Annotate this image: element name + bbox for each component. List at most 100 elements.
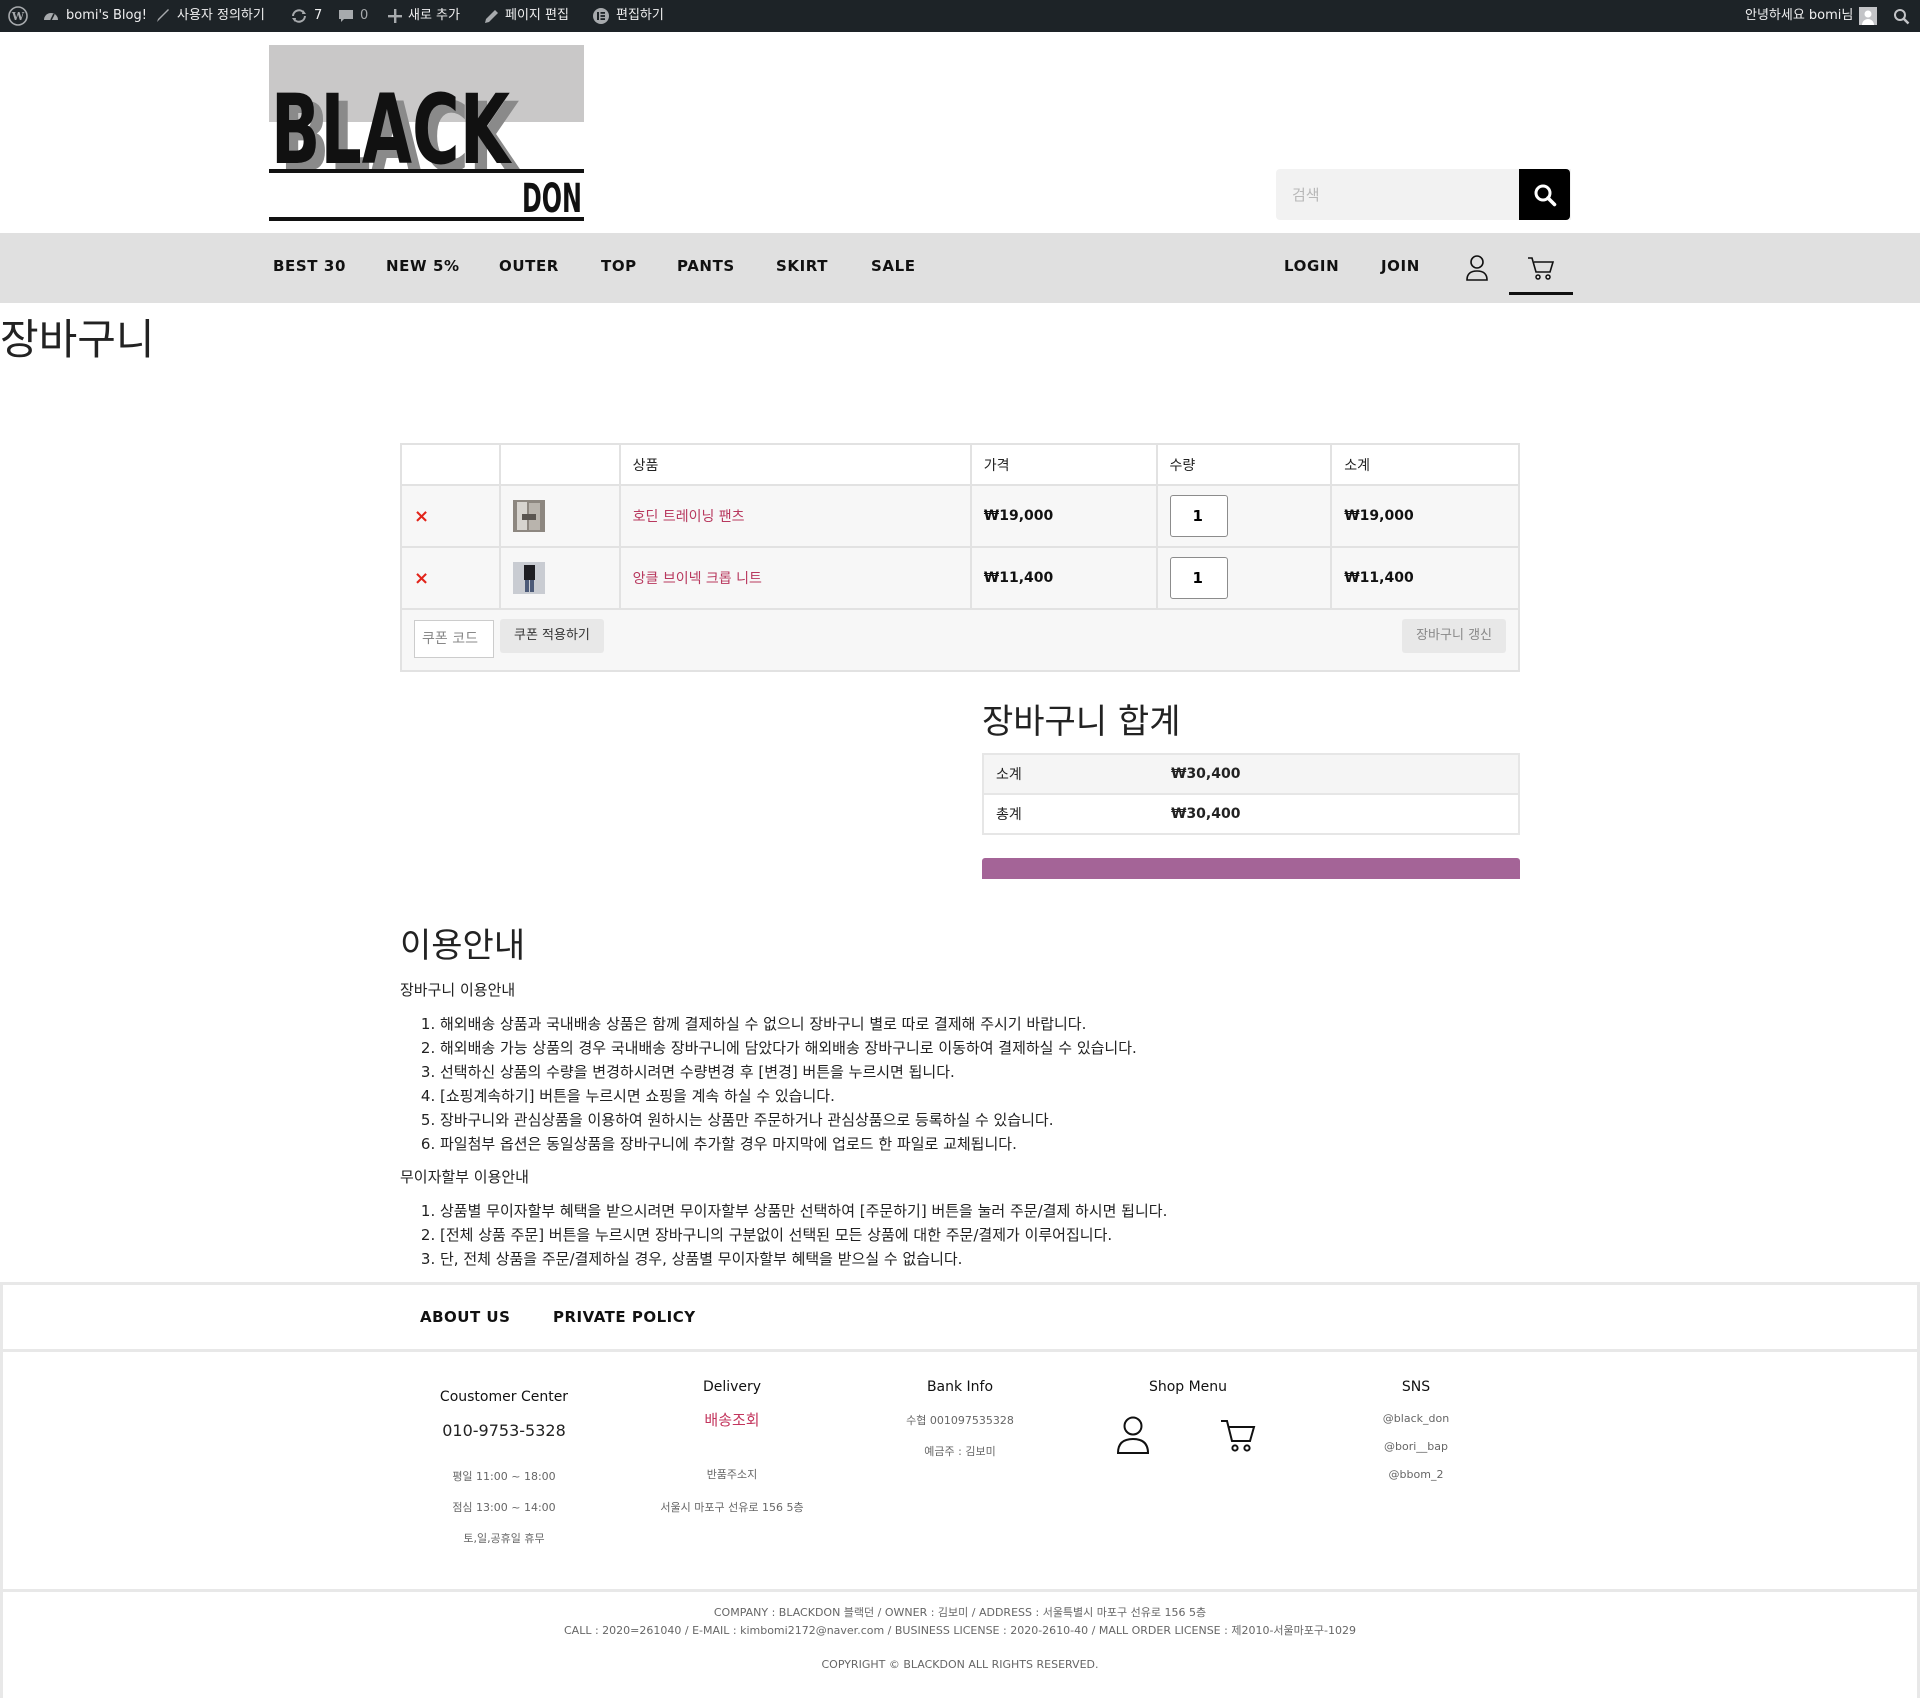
user-icon[interactable] (1460, 251, 1494, 285)
updates-link[interactable]: 7 (290, 0, 322, 32)
nav-item-best30[interactable]: BEST 30 (273, 233, 346, 303)
list-item: 해외배송 가능 상품의 경우 국내배송 장바구니에 담았다가 해외배송 장바구니… (440, 1036, 1300, 1060)
cart-table: 상품 가격 수량 소계 × 호딘 트레이닝 팬츠 ₩19,000 ₩19,000… (400, 443, 1520, 672)
footer-info: Coustomer Center 010-9753-5328 평일 11:00 … (0, 1354, 1920, 1592)
cart-guide-list: 해외배송 상품과 국내배송 상품은 함께 결제하실 수 없으니 장바구니 별로 … (400, 1012, 1300, 1156)
nav-item-skirt[interactable]: SKIRT (776, 233, 828, 303)
list-item: 장바구니와 관심상품을 이용하여 원하시는 상품만 주문하거나 관심상품으로 등… (440, 1108, 1300, 1132)
site-name-link[interactable]: bomi's Blog! (42, 0, 147, 32)
quantity-input[interactable] (1169, 495, 1228, 537)
col-product-header: 상품 (618, 443, 972, 486)
bank-account: 수협 001097535328 (906, 1414, 1014, 1427)
bank-info-column: Bank Info 수협 001097535328 예금주 : 김보미 (850, 1354, 1070, 1459)
nav-item-top[interactable]: TOP (601, 233, 637, 303)
list-item: 단, 전체 상품을 주문/결제하실 경우, 상품별 무이자할부 혜택을 받으실 … (440, 1247, 1300, 1271)
avatar (1859, 7, 1878, 25)
nav-item-outer[interactable]: OUTER (499, 233, 559, 303)
sns-account-link[interactable]: @bbom_2 (1306, 1468, 1526, 1481)
product-subtotal: ₩19,000 (1344, 508, 1414, 524)
shop-menu-column: Shop Menu (1078, 1354, 1298, 1475)
cart-totals-title: 장바구니 합계 (982, 702, 1181, 742)
list-item: 상품별 무이자할부 혜택을 받으시려면 무이자할부 상품만 선택하여 [주문하기… (440, 1199, 1300, 1223)
company-line-2: CALL : 2020=261040 / E-MAIL : kimbomi217… (564, 1624, 1356, 1637)
col-remove-header (400, 443, 501, 486)
return-address: 서울시 마포구 선유로 156 5층 (660, 1501, 804, 1514)
sns-column: SNS @black_don @bori__bap @bbom_2 (1306, 1354, 1526, 1481)
about-us-link[interactable]: ABOUT US (420, 1285, 510, 1349)
shop-menu-title: Shop Menu (1148, 1379, 1228, 1395)
account-menu[interactable]: 안녕하세요 bomi님 (1745, 0, 1878, 32)
elementor-edit-label: 편집하기 (616, 8, 664, 23)
site-name: bomi's Blog! (66, 8, 147, 23)
total-value: ₩30,400 (1171, 794, 1519, 835)
business-hours: 평일 11:00 ~ 18:00 (452, 1470, 556, 1483)
new-content-label: 새로 추가 (408, 8, 460, 23)
remove-item-icon[interactable]: × (414, 568, 429, 589)
private-policy-link[interactable]: PRIVATE POLICY (553, 1285, 696, 1349)
company-line-1: COMPANY : BLACKDON 블랙던 / OWNER : 김보미 / A… (713, 1606, 1207, 1619)
updates-icon (290, 8, 308, 24)
proceed-to-checkout-button[interactable] (982, 858, 1520, 879)
edit-page-link[interactable]: 페이지 편집 (484, 0, 569, 32)
product-thumbnail[interactable] (512, 500, 545, 532)
nav-item-pants[interactable]: PANTS (677, 233, 735, 303)
admin-search-icon[interactable] (1893, 0, 1910, 32)
cart-guide-subtitle: 장바구니 이용안내 (400, 981, 516, 999)
footer-company-info: COMPANY : BLACKDON 블랙던 / OWNER : 김보미 / A… (0, 1594, 1920, 1694)
closed-days: 토,일,공휴일 휴무 (463, 1532, 545, 1545)
logo-text-don: DON (522, 176, 582, 221)
comments-link[interactable]: 0 (338, 0, 368, 32)
nav-item-new[interactable]: NEW 5% (386, 233, 460, 303)
product-name-link[interactable]: 앙클 브이넥 크롭 니트 (633, 571, 762, 587)
footer-user-icon[interactable] (1116, 1415, 1150, 1459)
customer-phone: 010-9753-5328 (442, 1421, 566, 1440)
product-price: ₩19,000 (983, 508, 1054, 524)
installment-guide-list: 상품별 무이자할부 혜택을 받으시려면 무이자할부 상품만 선택하여 [주문하기… (400, 1199, 1300, 1271)
customize-label: 사용자 정의하기 (177, 8, 265, 23)
join-link[interactable]: JOIN (1381, 233, 1420, 303)
update-cart-button[interactable]: 장바구니 갱신 (1402, 619, 1506, 653)
col-qty-header: 수량 (1155, 443, 1333, 486)
plus-icon (388, 9, 402, 23)
edit-page-label: 페이지 편집 (505, 8, 569, 23)
cart-row: × 호딘 트레이닝 팬츠 ₩19,000 ₩19,000 (400, 484, 1520, 548)
updates-count: 7 (314, 8, 323, 23)
subtotal-value: ₩30,400 (1171, 754, 1519, 795)
search-icon (1534, 184, 1556, 206)
sns-account-link[interactable]: @black_don (1306, 1412, 1526, 1425)
product-thumbnail[interactable] (512, 562, 545, 594)
remove-item-icon[interactable]: × (414, 506, 429, 527)
product-name-link[interactable]: 호딘 트레이닝 팬츠 (633, 509, 745, 525)
cart-icon[interactable] (1524, 251, 1558, 285)
apply-coupon-button[interactable]: 쿠폰 적용하기 (500, 619, 604, 653)
page-title: 장바구니 (0, 315, 155, 364)
col-thumb-header (498, 443, 621, 486)
list-item: [전체 상품 주문] 버튼을 누르시면 장바구니의 구분없이 선택된 모든 상품… (440, 1223, 1300, 1247)
site-logo[interactable]: BLACK BLACK DON (269, 45, 584, 222)
account-holder: 예금주 : 김보미 (924, 1445, 996, 1458)
admin-bar: W bomi's Blog! 사용자 정의하기 7 0 새로 추가 페이지 편집… (0, 0, 1920, 32)
active-cart-indicator (1509, 292, 1573, 295)
cart-header-row: 상품 가격 수량 소계 (400, 443, 1520, 486)
new-content-link[interactable]: 새로 추가 (388, 0, 460, 32)
bank-info-title: Bank Info (926, 1379, 994, 1395)
customize-link[interactable]: 사용자 정의하기 (155, 0, 265, 32)
quantity-input[interactable] (1169, 557, 1228, 599)
login-link[interactable]: LOGIN (1284, 233, 1339, 303)
search-button[interactable] (1519, 169, 1570, 220)
wordpress-logo-icon[interactable]: W (8, 0, 28, 32)
elementor-edit-link[interactable]: 편집하기 (592, 0, 664, 32)
list-item: 파일첨부 옵션은 동일상품을 장바구니에 추가할 경우 마지막에 업로드 한 파… (440, 1132, 1300, 1156)
comments-count: 0 (360, 8, 369, 23)
delivery-tracking-link[interactable]: 배송조회 (622, 1409, 842, 1430)
totals-total-row: 총계 ₩30,400 (983, 794, 1519, 835)
footer-cart-icon[interactable] (1220, 1417, 1256, 1457)
nav-item-sale[interactable]: SALE (871, 233, 916, 303)
sns-account-link[interactable]: @bori__bap (1306, 1440, 1526, 1453)
col-subtotal-header: 소계 (1330, 443, 1520, 486)
coupon-code-input[interactable] (414, 620, 494, 658)
return-address-label: 반품주소지 (706, 1468, 758, 1481)
greeting-text: 안녕하세요 bomi님 (1745, 8, 1854, 23)
customer-center-title: Coustomer Center (439, 1389, 569, 1405)
product-subtotal: ₩11,400 (1344, 570, 1414, 586)
